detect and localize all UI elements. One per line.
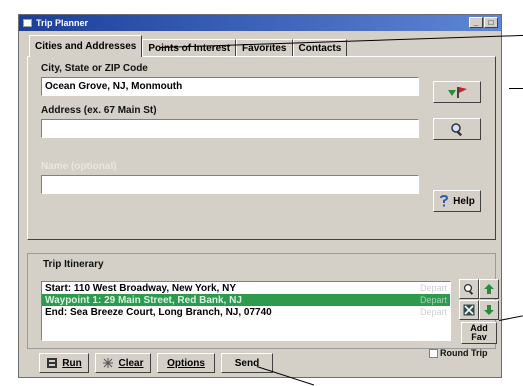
name-label: Name (optional) <box>41 161 117 172</box>
itinerary-row-tag: Depart <box>419 307 447 317</box>
help-label: Help <box>453 195 475 207</box>
zoom-to-stop-button[interactable] <box>459 279 479 299</box>
itinerary-row[interactable] <box>42 318 450 330</box>
options-label: Options <box>167 357 205 369</box>
title-bar: Trip Planner _ □ <box>19 15 501 31</box>
callout-line-route-button <box>509 88 523 89</box>
address-label: Address (ex. 67 Main St) <box>41 105 157 116</box>
move-down-button[interactable] <box>479 300 499 320</box>
find-address-button[interactable] <box>433 118 481 140</box>
round-trip-label: Round Trip <box>440 348 488 358</box>
city-input[interactable]: Ocean Grove, NJ, Monmouth <box>41 77 419 96</box>
itinerary-row-tag: Depart <box>419 295 447 305</box>
address-input[interactable] <box>41 119 419 138</box>
move-up-button[interactable] <box>479 279 499 299</box>
tab-points-of-interest[interactable]: Points of Interest <box>142 39 237 57</box>
remove-stop-button[interactable] <box>459 300 479 320</box>
app-icon <box>23 19 32 27</box>
arrow-up-icon <box>484 284 494 294</box>
maximize-button[interactable]: □ <box>484 17 498 28</box>
run-label: Run <box>62 357 82 369</box>
add-favorite-button[interactable]: Add Fav <box>461 322 497 344</box>
callout-line-itinerary <box>499 315 523 321</box>
itinerary-row[interactable]: End: Sea Breeze Court, Long Branch, NJ, … <box>42 306 450 318</box>
add-to-route-button[interactable] <box>433 81 481 103</box>
trip-planner-window: Trip Planner _ □ Cities and Addresses Po… <box>18 14 502 378</box>
route-icon <box>47 358 58 368</box>
name-input[interactable] <box>41 175 419 194</box>
tab-favorites[interactable]: Favorites <box>236 39 293 57</box>
route-flag-icon <box>448 87 467 98</box>
itinerary-title: Trip Itinerary <box>41 259 106 270</box>
round-trip-checkbox[interactable] <box>429 349 438 358</box>
magnifier-icon <box>451 123 463 136</box>
options-button[interactable]: Options <box>157 353 215 373</box>
run-button[interactable]: Run <box>39 353 89 373</box>
itinerary-row-selected[interactable]: Waypoint 1: 29 Main Street, Red Bank, NJ… <box>42 294 450 306</box>
magnifier-icon <box>463 283 474 295</box>
arrow-down-icon <box>484 305 494 315</box>
tab-cities-and-addresses[interactable]: Cities and Addresses <box>29 35 143 57</box>
itinerary-list[interactable]: Start: 110 West Broadway, New York, NY D… <box>41 281 451 341</box>
help-icon <box>440 195 449 207</box>
help-button[interactable]: Help <box>433 190 481 212</box>
itinerary-row-text: Start: 110 West Broadway, New York, NY <box>45 282 236 294</box>
clear-label: Clear <box>118 357 144 369</box>
itinerary-row[interactable]: Start: 110 West Broadway, New York, NY D… <box>42 282 450 294</box>
clear-icon <box>103 358 114 368</box>
clear-button[interactable]: Clear <box>95 353 151 373</box>
favorite-label: Fav <box>471 332 487 342</box>
city-label: City, State or ZIP Code <box>41 63 148 74</box>
itinerary-row-text: End: Sea Breeze Court, Long Branch, NJ, … <box>45 306 272 318</box>
minimize-button[interactable]: _ <box>469 17 483 28</box>
itinerary-row-tag: Depart <box>419 283 447 293</box>
delete-icon <box>463 304 475 316</box>
itinerary-row-text: Waypoint 1: 29 Main Street, Red Bank, NJ <box>45 294 242 306</box>
window-title: Trip Planner <box>36 18 89 28</box>
